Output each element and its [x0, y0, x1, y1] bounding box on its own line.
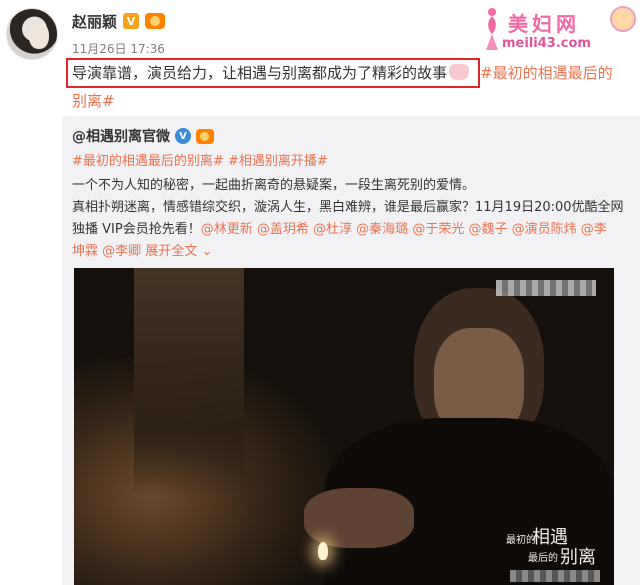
member-icon	[145, 13, 166, 29]
repost-text-segment: 独播 VIP会员抢先看！	[72, 222, 201, 237]
mention-link[interactable]: @李	[581, 222, 607, 237]
post-text: 导演靠谱，演员给力，让相遇与别离都成为了精彩的故事	[72, 62, 470, 83]
repost-text-line: 坤霖 @李卿 展开全文 ⌄	[72, 240, 212, 259]
mention-link[interactable]: @秦海璐	[356, 222, 408, 237]
mention-link[interactable]: @林更新	[201, 222, 253, 237]
expand-label: 展开全文	[145, 244, 198, 259]
post-text-body: 导演靠谱，演员给力，让相遇与别离都成为了精彩的故事	[72, 64, 448, 82]
author-row: 赵丽颖 V	[72, 10, 166, 32]
repost-text-line: 独播 VIP会员抢先看！@林更新 @盖玥希 @杜淳 @秦海璐 @于荣光 @魏子 …	[72, 218, 607, 237]
drama-title-logo: 最初的 相遇 最后的 别离	[504, 523, 604, 573]
mention-link[interactable]: 坤霖	[72, 244, 98, 259]
verified-icon: V	[175, 128, 191, 144]
candle-flame	[318, 542, 328, 560]
repost-text-line: 真相扑朔迷离，情感错综交织，漩涡人生，黑白难辨，谁是最后赢家？11月19日20:…	[72, 200, 624, 215]
post-hashtag-link[interactable]: #最初的相遇最后的	[480, 62, 613, 83]
avatar[interactable]	[6, 8, 58, 60]
mention-link[interactable]: @盖玥希	[257, 222, 309, 237]
repost-hashtag-link[interactable]: #最初的相遇最后的别离#	[72, 154, 224, 169]
watermark-domain: meili43.com	[502, 36, 591, 51]
weibo-post: 赵丽颖 V 11月26日 17:36 美妇网 meili43.com 导演靠谱，…	[0, 0, 640, 585]
repost-text-line: 一个不为人知的秘密，一起曲折离奇的悬疑案，一段生离死别的爱情。	[72, 178, 476, 193]
repost-hashtags: #最初的相遇最后的别离# #相遇别离开播#	[72, 150, 328, 169]
member-icon	[196, 128, 214, 144]
mention-link[interactable]: @魏子	[468, 222, 507, 237]
title-logo-part: 最后的	[528, 553, 558, 564]
blurred-watermark	[510, 570, 600, 582]
mention-link[interactable]: @李卿	[102, 244, 141, 259]
post-hashtag-link-continued[interactable]: 别离#	[72, 90, 115, 111]
site-watermark-logo: 美妇网 meili43.com	[478, 6, 638, 54]
pig-emoji-icon	[449, 64, 470, 80]
person-hand	[304, 488, 414, 548]
chevron-down-icon: ⌄	[197, 244, 213, 259]
repost-author-name[interactable]: @相遇别离官微	[72, 126, 170, 146]
mention-link[interactable]: @杜淳	[313, 222, 352, 237]
repost-hashtag-link[interactable]: #相遇别离开播#	[228, 154, 328, 169]
mention-link[interactable]: @演员陈炜	[512, 222, 577, 237]
title-logo-part: 别离	[560, 547, 596, 568]
watermark-brand: 美妇网	[508, 12, 580, 36]
cartoon-girl-icon	[610, 6, 636, 32]
post-timestamp[interactable]: 11月26日 17:36	[72, 40, 165, 57]
lamp-shape	[134, 268, 244, 498]
blurred-watermark	[496, 280, 596, 296]
repost-author-row: @相遇别离官微 V	[72, 126, 214, 146]
woman-silhouette-icon	[486, 8, 498, 50]
mention-link[interactable]: @于荣光	[412, 222, 464, 237]
video-player[interactable]: 最初的 相遇 最后的 别离	[74, 268, 614, 585]
author-name[interactable]: 赵丽颖	[72, 11, 117, 32]
verified-icon: V	[123, 13, 140, 29]
expand-full-text-link[interactable]: 展开全文 ⌄	[145, 244, 212, 259]
